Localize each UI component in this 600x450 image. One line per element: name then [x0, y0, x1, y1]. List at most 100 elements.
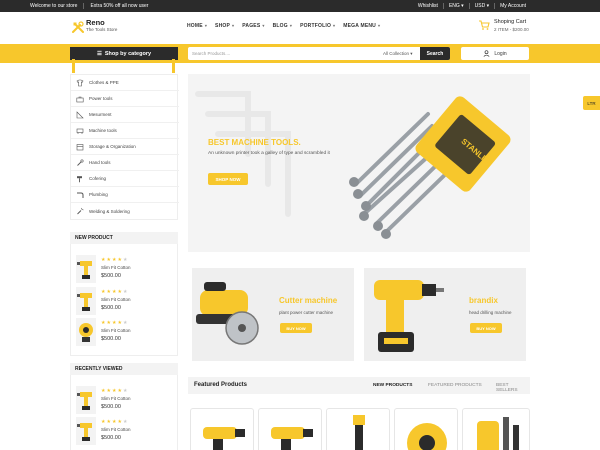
list-item[interactable]: ★★★★★ Slim Fit Cotton $500.00 — [76, 318, 176, 346]
product-price: $500.00 — [101, 404, 121, 410]
dropdown-hanger — [72, 59, 75, 73]
product-price: $500.00 — [101, 336, 121, 342]
list-item[interactable]: ★★★★★ Slim Fit Cotton $500.00 — [76, 255, 176, 283]
product-name[interactable]: Slim Fit Cotton — [101, 396, 131, 401]
hero-banner[interactable]: STANLEY — [188, 74, 530, 252]
ltr-toggle-button[interactable]: LTR — [583, 96, 600, 110]
top-bar: Welcome to our store Extra 50% off all n… — [0, 0, 600, 12]
list-item[interactable]: ★★★★★ Slim Fit Cotton $500.00 — [76, 287, 176, 315]
ruler-icon — [76, 110, 84, 118]
cart-icon[interactable] — [478, 19, 490, 31]
main-nav: HOME ▾ SHOP ▾ PAGES ▾ BLOG ▾ PORTFOLIO ▾ MEGA… — [187, 23, 380, 29]
product-card[interactable] — [326, 408, 390, 450]
category-item-machine-tools[interactable]: Machine tools — [71, 123, 179, 139]
list-item[interactable]: ★★★★★ Slim Fit Cotton $500.00 — [76, 386, 176, 414]
currency-select[interactable]: USD ▾ — [468, 3, 494, 9]
hammer-icon — [77, 175, 82, 182]
featured-products-header: Featured Products NEW PRODUCTS FEATURED … — [188, 377, 530, 394]
category-item-clothes[interactable]: Clothes & PPE — [71, 75, 179, 91]
logo-name[interactable]: Reno — [86, 18, 105, 27]
menu-icon: ☰ — [96, 50, 102, 57]
list-item[interactable]: ★★★★★ Slim Fit Cotton $500.00 — [76, 417, 176, 445]
category-item-hand-tools[interactable]: Hand tools — [71, 155, 179, 171]
product-card[interactable] — [190, 408, 254, 450]
nav-pages[interactable]: PAGES ▾ — [242, 23, 264, 29]
user-icon — [483, 50, 490, 57]
product-name[interactable]: Slim Fit Cotton — [101, 427, 131, 432]
nav-home[interactable]: HOME ▾ — [187, 23, 207, 29]
dropdown-hanger — [172, 59, 175, 73]
promo-text: Extra 50% off all now user — [83, 3, 148, 9]
rating-stars: ★★★★★ — [101, 388, 129, 394]
account-link[interactable]: My Account — [494, 3, 531, 9]
product-thumbnail[interactable] — [76, 255, 96, 283]
cart-title[interactable]: Shoping Cart — [494, 19, 526, 25]
tab-new-products[interactable]: NEW PRODUCTS — [373, 383, 412, 388]
category-item-welding[interactable]: Welding & Soldering — [71, 203, 179, 219]
language-select[interactable]: ENG ▾ — [442, 3, 469, 9]
nav-portfolio[interactable]: PORTFOLIO ▾ — [300, 23, 335, 29]
nav-shop[interactable]: SHOP ▾ — [215, 23, 234, 29]
hand-tool-icon — [77, 158, 84, 166]
nav-mega-menu[interactable]: MEGA MENU ▾ — [343, 23, 380, 29]
login-button[interactable]: Login — [461, 47, 529, 60]
category-item-power-tools[interactable]: Power tools — [71, 91, 179, 107]
product-thumbnail[interactable] — [76, 318, 96, 346]
product-name[interactable]: Slim Fit Cotton — [101, 328, 131, 333]
chevron-down-icon: ▾ — [262, 23, 265, 28]
logo-tagline: The Tools Store — [86, 27, 118, 32]
product-thumbnail[interactable] — [76, 417, 96, 445]
wishlist-link[interactable]: Whishlist — [413, 3, 443, 9]
promo-buy-now-button[interactable]: BUY NOW — [470, 323, 502, 333]
promo-description: plant power cutter machine — [279, 310, 334, 315]
box-icon — [76, 143, 84, 150]
shop-by-category-button[interactable]: ☰ Shop by category — [70, 47, 178, 60]
product-price: $500.00 — [101, 305, 121, 311]
chevron-down-icon: ▾ — [232, 23, 235, 28]
search-input[interactable]: Search Products.... All Collection ▾ — [188, 47, 450, 60]
promo-banner-brandix[interactable]: brandix head drilling machine BUY NOW — [364, 268, 526, 361]
promo-title: Cutter machine — [279, 296, 338, 305]
drill-product-image — [203, 427, 245, 450]
featured-title: Featured Products — [194, 382, 248, 388]
category-list: Clothes & PPE Power tools Mesurment Mach… — [70, 74, 179, 220]
chevron-down-icon: ▾ — [204, 23, 208, 28]
category-item-mesurment[interactable]: Mesurment — [71, 107, 179, 123]
drill-product-image — [271, 427, 313, 450]
chevron-down-icon: ▾ — [333, 23, 336, 28]
tab-featured-products[interactable]: FEATURED PRODUCTS — [428, 383, 482, 388]
tools-logo-icon — [72, 21, 84, 33]
tab-best-sellers[interactable]: BEST SELLERS — [496, 383, 530, 393]
product-name[interactable]: Slim Fit Cotton — [101, 297, 131, 302]
category-item-cofering[interactable]: Cofering — [71, 171, 179, 187]
collection-select[interactable]: All Collection ▾ — [383, 51, 413, 57]
hero-description: An unknown printer took a galley of type… — [208, 151, 330, 156]
toolbox-icon — [76, 96, 84, 102]
promo-description: head drilling machine — [469, 310, 512, 315]
cart-summary: 2 ITEM - $200.00 — [494, 27, 529, 32]
rating-stars: ★★★★★ — [101, 320, 129, 326]
promo-title: brandix — [469, 296, 498, 305]
promo-banner-cutter[interactable]: Cutter machine plant power cutter machin… — [192, 268, 354, 361]
hero-title: BEST MACHINE TOOLS. — [208, 138, 301, 147]
pipe-icon — [77, 192, 84, 198]
product-card[interactable] — [258, 408, 322, 450]
hero-shop-now-button[interactable]: SHOP NOW — [208, 173, 248, 185]
welding-icon — [77, 207, 84, 215]
category-item-plumbing[interactable]: Plumbing — [71, 187, 179, 203]
product-card[interactable] — [394, 408, 458, 450]
product-thumbnail[interactable] — [76, 386, 96, 414]
category-item-storage[interactable]: Storage & Organization — [71, 139, 179, 155]
shirt-icon — [76, 79, 84, 86]
nav-blog[interactable]: BLOG ▾ — [273, 23, 292, 29]
search-button[interactable]: Search — [420, 47, 450, 60]
product-price: $500.00 — [101, 273, 121, 279]
product-name[interactable]: Slim Fit Cotton — [101, 265, 131, 270]
rating-stars: ★★★★★ — [101, 257, 129, 263]
promo-buy-now-button[interactable]: BUY NOW — [280, 323, 312, 333]
product-card[interactable] — [462, 408, 530, 450]
product-thumbnail[interactable] — [76, 287, 96, 315]
rating-stars: ★★★★★ — [101, 419, 129, 425]
search-placeholder: Search Products.... — [192, 50, 231, 56]
chevron-down-icon: ▾ — [289, 23, 293, 28]
